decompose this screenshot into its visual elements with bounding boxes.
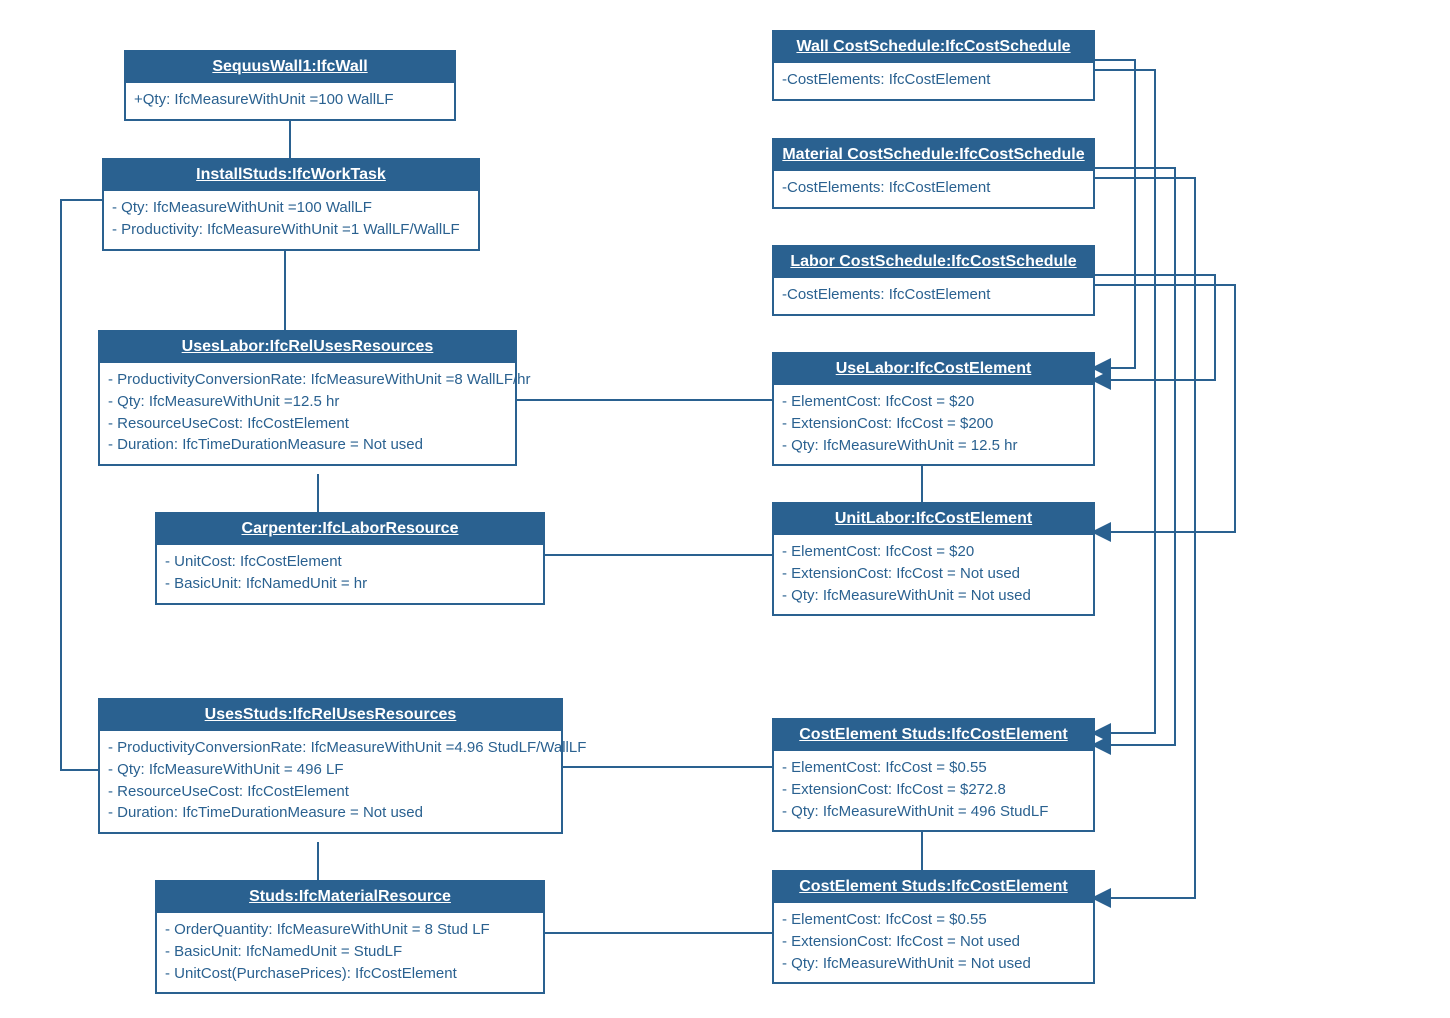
box-sequus-wall: SequusWall1:IfcWall +Qty: IfcMeasureWith… bbox=[124, 50, 456, 121]
title-unit-labor-cost-element: UnitLabor:IfcCostElement bbox=[774, 504, 1093, 535]
title-cost-element-studs: CostElement Studs:IfcCostElement bbox=[774, 720, 1093, 751]
connectors bbox=[0, 0, 1450, 1018]
attr: -CostElements: IfcCostElement bbox=[782, 177, 1085, 199]
title-cost-element-studs-2: CostElement Studs:IfcCostElement bbox=[774, 872, 1093, 903]
title-uses-labor: UsesLabor:IfcRelUsesResources bbox=[100, 332, 515, 363]
box-uses-studs: UsesStuds:IfcRelUsesResources - Producti… bbox=[98, 698, 563, 834]
box-cost-element-studs: CostElement Studs:IfcCostElement - Eleme… bbox=[772, 718, 1095, 832]
attr: - ElementCost: IfcCost = $0.55 bbox=[782, 909, 1085, 931]
box-install-studs: InstallStuds:IfcWorkTask - Qty: IfcMeasu… bbox=[102, 158, 480, 251]
title-material-cost-schedule: Material CostSchedule:IfcCostSchedule bbox=[774, 140, 1093, 171]
title-studs: Studs:IfcMaterialResource bbox=[157, 882, 543, 913]
attr: - Qty: IfcMeasureWithUnit = 496 StudLF bbox=[782, 801, 1085, 823]
box-wall-cost-schedule: Wall CostSchedule:IfcCostSchedule -CostE… bbox=[772, 30, 1095, 101]
attr: - BasicUnit: IfcNamedUnit = StudLF bbox=[165, 941, 535, 963]
attr: - Qty: IfcMeasureWithUnit = 496 LF bbox=[108, 759, 553, 781]
title-labor-cost-schedule: Labor CostSchedule:IfcCostSchedule bbox=[774, 247, 1093, 278]
box-use-labor-cost-element: UseLabor:IfcCostElement - ElementCost: I… bbox=[772, 352, 1095, 466]
title-wall-cost-schedule: Wall CostSchedule:IfcCostSchedule bbox=[774, 32, 1093, 63]
box-studs: Studs:IfcMaterialResource - OrderQuantit… bbox=[155, 880, 545, 994]
attr: +Qty: IfcMeasureWithUnit =100 WallLF bbox=[134, 89, 446, 111]
attr: - ElementCost: IfcCost = $0.55 bbox=[782, 757, 1085, 779]
attr: - Qty: IfcMeasureWithUnit =100 WallLF bbox=[112, 197, 470, 219]
attr: - Qty: IfcMeasureWithUnit = Not used bbox=[782, 585, 1085, 607]
attr: -CostElements: IfcCostElement bbox=[782, 284, 1085, 306]
attr: - Duration: IfcTimeDurationMeasure = Not… bbox=[108, 434, 507, 456]
attr: - ExtensionCost: IfcCost = Not used bbox=[782, 931, 1085, 953]
title-sequus-wall: SequusWall1:IfcWall bbox=[126, 52, 454, 83]
attr: - BasicUnit: IfcNamedUnit = hr bbox=[165, 573, 535, 595]
attr: - UnitCost(PurchasePrices): IfcCostEleme… bbox=[165, 963, 535, 985]
attr: - Qty: IfcMeasureWithUnit =12.5 hr bbox=[108, 391, 507, 413]
box-uses-labor: UsesLabor:IfcRelUsesResources - Producti… bbox=[98, 330, 517, 466]
attr: - ProductivityConversionRate: IfcMeasure… bbox=[108, 737, 553, 759]
attr: - ExtensionCost: IfcCost = $272.8 bbox=[782, 779, 1085, 801]
attr: - OrderQuantity: IfcMeasureWithUnit = 8 … bbox=[165, 919, 535, 941]
box-labor-cost-schedule: Labor CostSchedule:IfcCostSchedule -Cost… bbox=[772, 245, 1095, 316]
attr: - ElementCost: IfcCost = $20 bbox=[782, 541, 1085, 563]
attr: - Productivity: IfcMeasureWithUnit =1 Wa… bbox=[112, 219, 470, 241]
attr: - ExtensionCost: IfcCost = Not used bbox=[782, 563, 1085, 585]
attr: - ResourceUseCost: IfcCostElement bbox=[108, 413, 507, 435]
attr: - ResourceUseCost: IfcCostElement bbox=[108, 781, 553, 803]
attr: - UnitCost: IfcCostElement bbox=[165, 551, 535, 573]
box-carpenter: Carpenter:IfcLaborResource - UnitCost: I… bbox=[155, 512, 545, 605]
attr: - ExtensionCost: IfcCost = $200 bbox=[782, 413, 1085, 435]
attr: - Duration: IfcTimeDurationMeasure = Not… bbox=[108, 802, 553, 824]
box-unit-labor-cost-element: UnitLabor:IfcCostElement - ElementCost: … bbox=[772, 502, 1095, 616]
attr: - Qty: IfcMeasureWithUnit = 12.5 hr bbox=[782, 435, 1085, 457]
box-cost-element-studs-2: CostElement Studs:IfcCostElement - Eleme… bbox=[772, 870, 1095, 984]
title-carpenter: Carpenter:IfcLaborResource bbox=[157, 514, 543, 545]
attr: - ProductivityConversionRate: IfcMeasure… bbox=[108, 369, 507, 391]
title-install-studs: InstallStuds:IfcWorkTask bbox=[104, 160, 478, 191]
attr: -CostElements: IfcCostElement bbox=[782, 69, 1085, 91]
box-material-cost-schedule: Material CostSchedule:IfcCostSchedule -C… bbox=[772, 138, 1095, 209]
title-uses-studs: UsesStuds:IfcRelUsesResources bbox=[100, 700, 561, 731]
attr: - ElementCost: IfcCost = $20 bbox=[782, 391, 1085, 413]
attr: - Qty: IfcMeasureWithUnit = Not used bbox=[782, 953, 1085, 975]
title-use-labor-cost-element: UseLabor:IfcCostElement bbox=[774, 354, 1093, 385]
